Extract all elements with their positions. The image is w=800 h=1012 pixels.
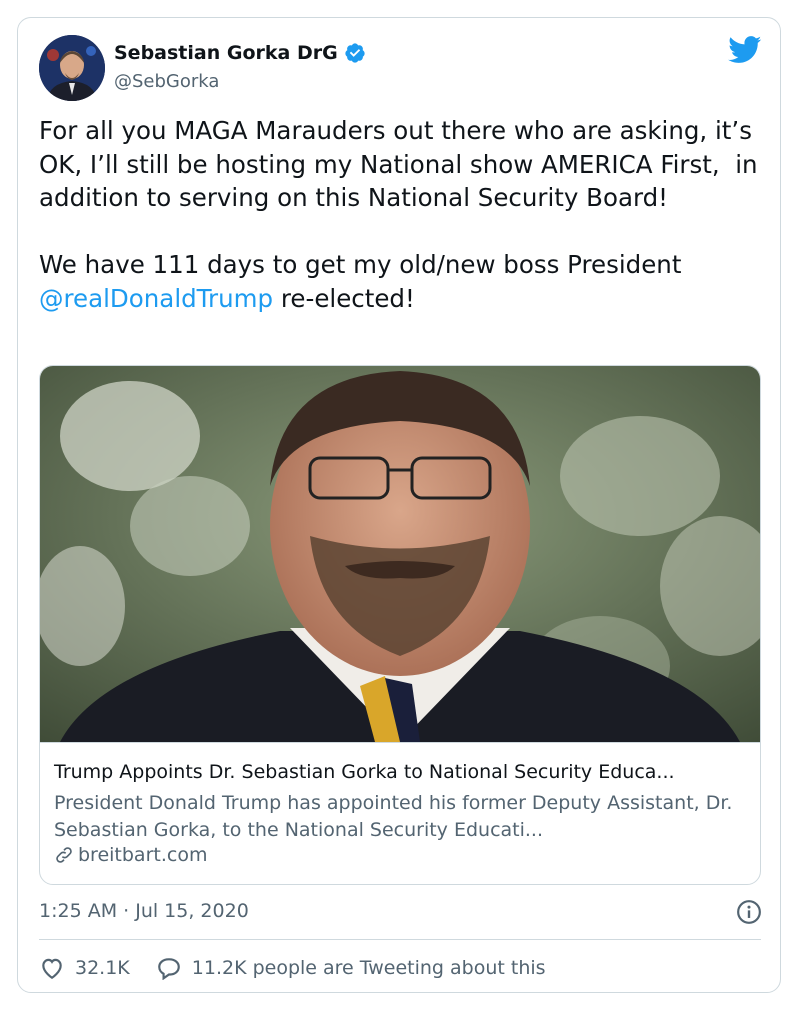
tweet-text-end: re-elected! bbox=[273, 283, 415, 313]
link-preview-image bbox=[40, 366, 760, 742]
heart-icon bbox=[42, 958, 62, 980]
tweet-text: For all you MAGA Marauders out there who… bbox=[39, 114, 769, 315]
author-row[interactable]: Sebastian Gorka DrG bbox=[114, 42, 366, 64]
twitter-bird-icon[interactable] bbox=[728, 36, 762, 64]
link-description: President Donald Trump has appointed his… bbox=[54, 792, 733, 841]
author-name[interactable]: Sebastian Gorka DrG bbox=[114, 42, 338, 64]
tweet-actions: 32.1K 11.2K people are Tweeting about th… bbox=[39, 956, 572, 980]
link-preview-card[interactable]: Trump Appoints Dr. Sebastian Gorka to Na… bbox=[39, 365, 761, 885]
like-count: 32.1K bbox=[75, 957, 130, 979]
link-preview-meta: Trump Appoints Dr. Sebastian Gorka to Na… bbox=[40, 742, 760, 884]
conversation-count: 11.2K people are Tweeting about this bbox=[191, 957, 546, 979]
divider bbox=[39, 939, 761, 940]
tweet-text-body: For all you MAGA Marauders out there who… bbox=[39, 116, 758, 279]
speech-bubble-icon bbox=[157, 958, 180, 980]
avatar-image bbox=[39, 35, 105, 101]
tweet-card[interactable]: Sebastian Gorka DrG @SebGorka For all yo… bbox=[17, 17, 781, 993]
like-button[interactable]: 32.1K bbox=[39, 956, 130, 980]
info-icon[interactable] bbox=[736, 899, 762, 925]
author-handle[interactable]: @SebGorka bbox=[114, 71, 219, 92]
verified-badge-icon bbox=[345, 43, 365, 63]
link-icon bbox=[56, 847, 72, 863]
avatar[interactable] bbox=[39, 35, 105, 101]
link-domain: breitbart.com bbox=[78, 844, 208, 866]
mention-link[interactable]: @realDonaldTrump bbox=[39, 284, 273, 313]
tweet-timestamp[interactable]: 1:25 AM · Jul 15, 2020 bbox=[39, 900, 249, 922]
conversation-button[interactable]: 11.2K people are Tweeting about this bbox=[156, 956, 546, 980]
link-domain-row: breitbart.com bbox=[54, 844, 207, 866]
link-title[interactable]: Trump Appoints Dr. Sebastian Gorka to Na… bbox=[54, 761, 675, 783]
